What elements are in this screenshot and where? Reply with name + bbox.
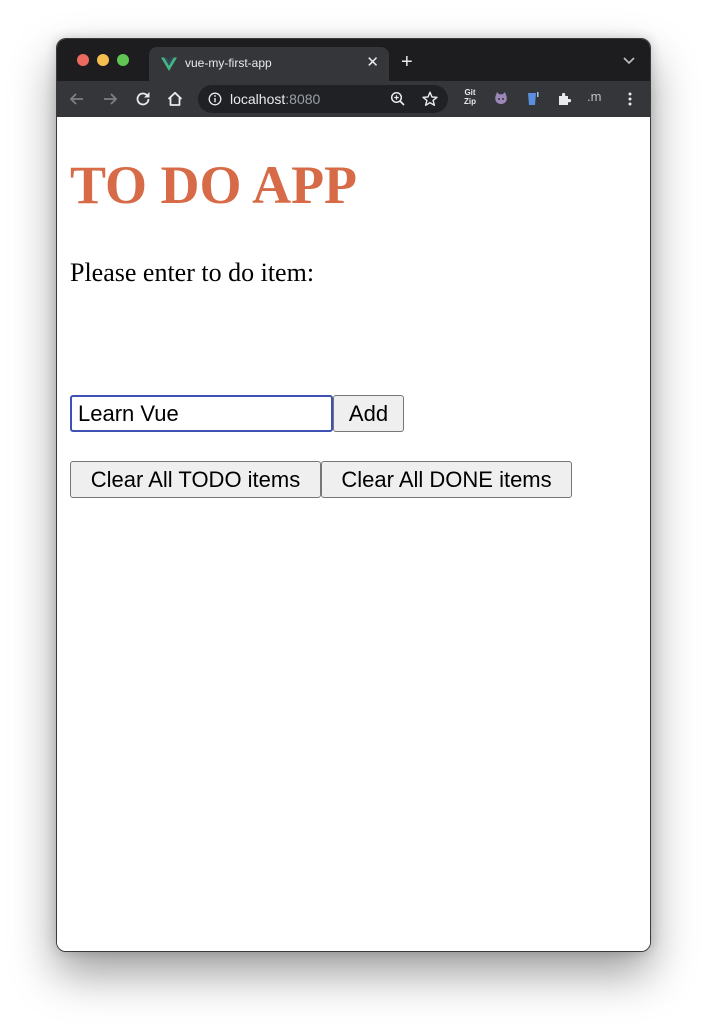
gitzip-label-bottom: Zip [464,97,476,106]
octocat-extension-icon[interactable] [491,89,511,109]
browser-window: vue-my-first-app ✕ + localhost:8080 Git … [56,38,651,952]
address-bar[interactable]: localhost:8080 [198,85,448,113]
todo-input[interactable] [70,395,333,432]
page-title: TO DO APP [70,155,358,215]
zoom-icon[interactable] [389,90,407,108]
add-button[interactable]: Add [333,395,404,432]
close-window-button[interactable] [77,54,89,66]
home-icon[interactable] [165,89,185,109]
page-content: TO DO APP Please enter to do item: Add C… [57,117,650,951]
chevron-down-icon[interactable] [622,53,636,67]
tab-title: vue-my-first-app [185,56,272,70]
browser-toolbar: localhost:8080 Git Zip .m [57,81,650,117]
url-port: :8080 [285,91,321,107]
puzzle-extensions-icon[interactable] [555,89,575,109]
cup-extension-icon[interactable] [523,89,543,109]
url-host: localhost [230,91,286,107]
reload-icon[interactable] [133,89,153,109]
bookmark-star-icon[interactable] [421,90,439,108]
gitzip-extension-icon[interactable]: Git Zip [460,88,480,106]
info-icon[interactable] [208,92,222,106]
clear-done-button[interactable]: Clear All DONE items [321,461,572,498]
gitzip-label-top: Git [464,88,476,97]
clear-todo-button[interactable]: Clear All TODO items [70,461,321,498]
new-tab-button[interactable]: + [401,52,413,72]
kebab-menu-icon[interactable] [620,89,640,109]
tab-bar: vue-my-first-app ✕ + [57,39,650,81]
forward-arrow-icon[interactable] [100,89,120,109]
todo-prompt-label: Please enter to do item: [70,258,315,287]
url-text[interactable]: localhost:8080 [230,91,320,107]
back-arrow-icon[interactable] [67,89,87,109]
close-tab-icon[interactable]: ✕ [366,54,379,72]
vue-logo-icon [161,57,177,71]
minimize-window-button[interactable] [97,54,109,66]
zoom-window-button[interactable] [117,54,129,66]
browser-tab[interactable]: vue-my-first-app ✕ [149,47,389,81]
extension-m-icon[interactable]: .m [587,89,601,104]
